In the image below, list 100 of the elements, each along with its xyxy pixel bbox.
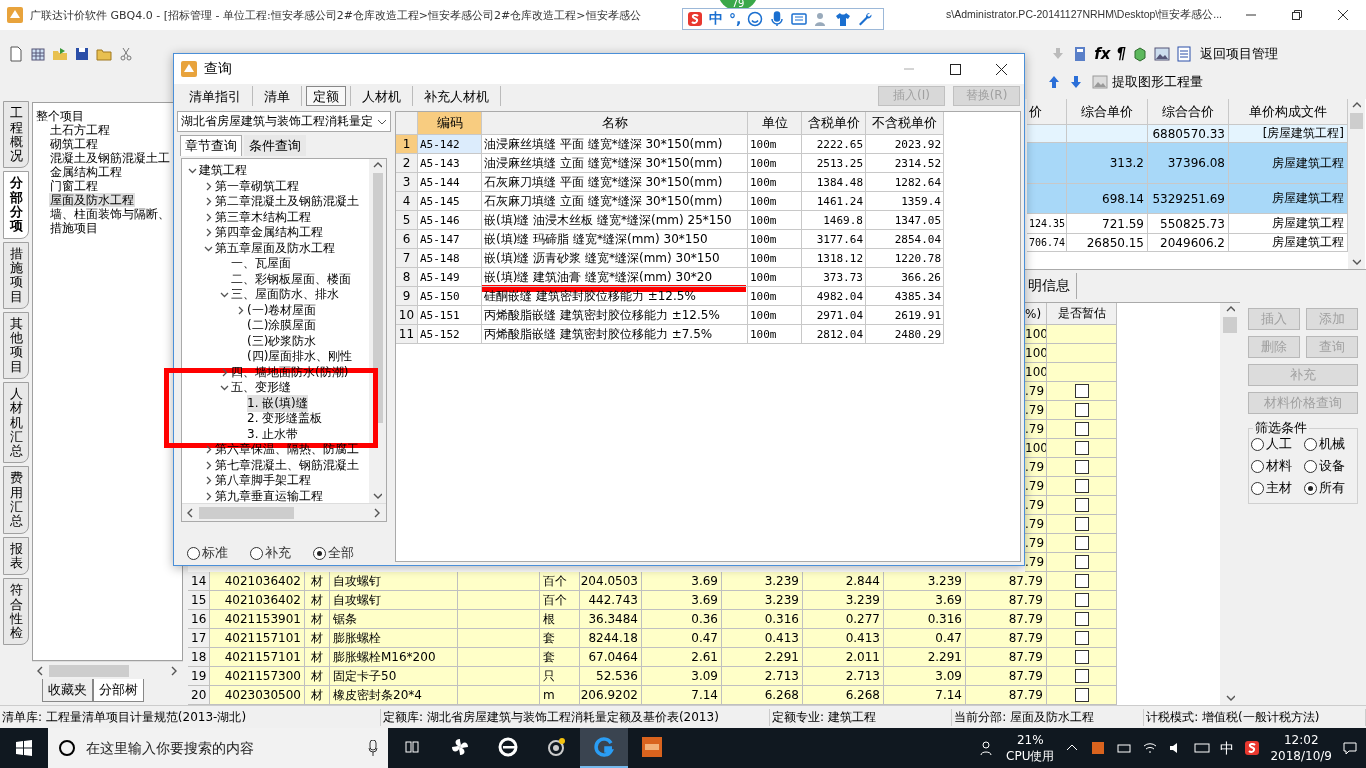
input-language[interactable]: 中 [1220,740,1235,756]
expanded-caret-icon[interactable] [188,166,197,176]
radio-option[interactable]: 机械 [1304,435,1355,454]
scroll-thumb[interactable] [1350,113,1363,130]
tree-item[interactable]: 五、变形缝 [231,379,291,397]
microphone-icon[interactable] [368,740,378,756]
list-icon[interactable] [1176,45,1192,62]
tree-item[interactable]: 门窗工程 [49,179,99,194]
tree-item[interactable]: (三)砂浆防水 [247,332,317,350]
open-folder-icon[interactable] [52,45,68,62]
cube-icon[interactable] [1132,45,1148,62]
tree-item[interactable]: 第一章砌筑工程 [215,177,299,195]
checkbox[interactable] [1074,384,1089,399]
dialog-tab[interactable]: 清单指引 [182,85,248,106]
search-field[interactable]: 在这里输入你要搜索的内容 [84,739,360,757]
back-to-project-button[interactable]: 返回项目管理 [1198,42,1280,65]
image-icon[interactable] [1154,45,1170,62]
tree-item[interactable]: 第七章混凝土、钢筋混凝土 [215,456,359,474]
checkbox[interactable] [1074,688,1089,703]
radio-option[interactable]: 全部 [313,544,354,562]
extract-quantity-button[interactable]: 提取图形工程量 [1090,71,1205,94]
wifi-icon[interactable] [1142,740,1159,756]
side-tab[interactable]: 费用汇总 [3,466,29,534]
tree-item[interactable]: (四)屋面排水、刚性 [247,348,353,366]
ime-s-icon[interactable] [1244,740,1261,756]
shirt-icon[interactable] [835,11,852,27]
expanded-caret-icon[interactable] [220,290,229,300]
tree-item[interactable]: (二)涂膜屋面 [247,317,317,335]
table-icon[interactable] [30,45,46,62]
horizontal-scrollbar[interactable] [182,503,386,521]
checkbox[interactable] [1074,593,1089,608]
library-dropdown[interactable]: 湖北省房屋建筑与装饰工程消耗量定 [177,111,391,132]
tree-item[interactable]: 第二章混凝土及钢筋混凝土 [215,193,359,211]
checkbox[interactable] [1074,441,1089,456]
paragraph-button[interactable]: ¶ [1116,44,1126,63]
wrench-icon[interactable] [857,11,874,27]
scroll-thumb[interactable] [1223,317,1237,334]
expanded-caret-icon[interactable] [220,383,229,393]
search-tab[interactable]: 条件查询 [244,135,306,156]
search-box[interactable]: 在这里输入你要搜索的内容 [48,728,388,768]
side-tab[interactable]: 措施项目 [3,241,29,309]
g-logo-icon[interactable] [594,737,614,757]
side-tab[interactable]: 其他项目 [3,311,29,379]
checkbox[interactable] [1074,498,1089,513]
collapsed-caret-icon[interactable] [220,367,229,377]
side-tab[interactable]: 人材机汇总 [3,382,29,464]
document-app-icon[interactable] [641,736,663,758]
checkbox[interactable] [1074,555,1089,570]
tree-item[interactable]: 第四章金属结构工程 [215,224,323,242]
radio-option[interactable]: 设备 [1304,457,1355,476]
smile-icon[interactable] [747,11,764,27]
panel-tab[interactable]: 收藏夹 [42,679,93,703]
keyboard-icon[interactable] [791,11,808,27]
dialog-tab[interactable]: 清单 [257,85,297,106]
radio-option[interactable]: 所有 [1304,479,1355,498]
tree-item[interactable]: 措施项目 [49,221,99,236]
checkbox[interactable] [1074,536,1089,551]
side-tab[interactable]: 报表 [3,536,29,576]
scroll-thumb[interactable] [372,173,383,423]
radio-option[interactable]: 主材 [1251,479,1302,498]
tree-item[interactable]: 混凝土及钢筋混凝土工 [49,151,171,166]
checkbox[interactable] [1074,650,1089,665]
side-tab[interactable]: 符合性检 [3,578,29,646]
checkbox[interactable] [1074,517,1089,532]
radio-option[interactable]: 人工 [1251,435,1302,454]
new-file-icon[interactable] [8,45,24,62]
radio-option[interactable]: 材料 [1251,457,1302,476]
scroll-thumb[interactable] [199,506,294,519]
panel-tab[interactable]: 分部树 [93,679,144,703]
checkbox[interactable] [1074,479,1089,494]
tree-item[interactable]: (一)卷材屋面 [247,301,317,319]
detail-tab[interactable]: 明信息 [1026,273,1077,300]
browser-icon[interactable] [498,737,518,757]
tree-item[interactable]: 土石方工程 [49,123,111,138]
tree-item[interactable]: 一、瓦屋面 [231,255,291,273]
vertical-scrollbar[interactable] [1220,303,1240,706]
tree-item[interactable]: 第三章木结构工程 [215,208,311,226]
tree-item[interactable]: 第八章脚手架工程 [215,472,311,490]
tree-item[interactable]: 第五章屋面及防水工程 [215,239,335,257]
tree-item[interactable]: 二、彩钢板屋面、楼面 [231,270,351,288]
tree-item[interactable]: 砌筑工程 [49,137,99,152]
checkbox[interactable] [1074,669,1089,684]
vertical-scrollbar[interactable] [369,159,386,503]
pinwheel-icon[interactable] [450,737,470,757]
up-arrow-icon[interactable] [1046,74,1062,91]
side-tab[interactable]: 分部分项 [3,171,29,239]
tree-item[interactable]: 建筑工程 [199,162,247,180]
collapsed-caret-icon[interactable] [236,305,245,315]
side-tab[interactable]: 工程概况 [3,101,29,169]
microphone-icon[interactable] [769,11,786,27]
vertical-scrollbar[interactable] [1348,99,1365,270]
scroll-thumb[interactable] [49,664,129,677]
dialog-tab[interactable]: 补充人材机 [417,85,496,106]
checkbox[interactable] [1074,631,1089,646]
checkbox[interactable] [1074,422,1089,437]
search-tab[interactable]: 章节查询 [180,135,242,156]
clock-date[interactable]: 2018/10/9 [1270,748,1332,764]
clock-time[interactable]: 12:02 [1283,732,1319,748]
swirl-icon[interactable] [546,737,566,757]
formula-button[interactable]: fx [1094,44,1111,63]
